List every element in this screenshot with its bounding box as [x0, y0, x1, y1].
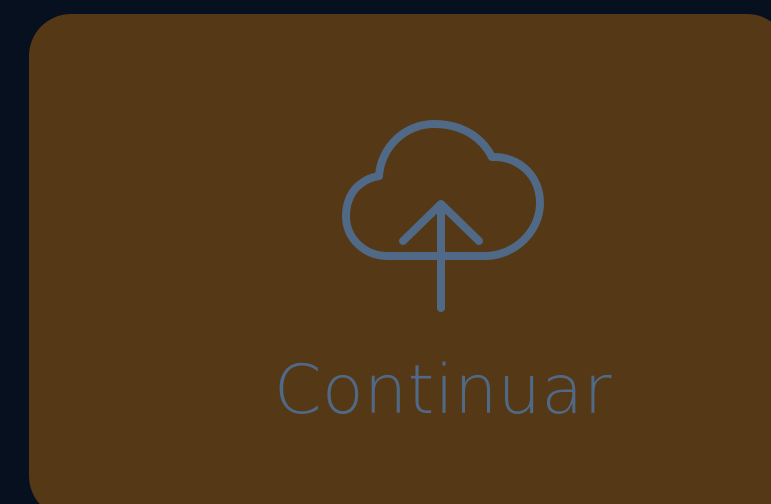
- continue-upload-button[interactable]: Continuar: [29, 14, 771, 504]
- page: Continuar: [0, 0, 771, 504]
- cloud-upload-icon: [342, 120, 544, 314]
- continue-label: Continuar: [273, 351, 613, 430]
